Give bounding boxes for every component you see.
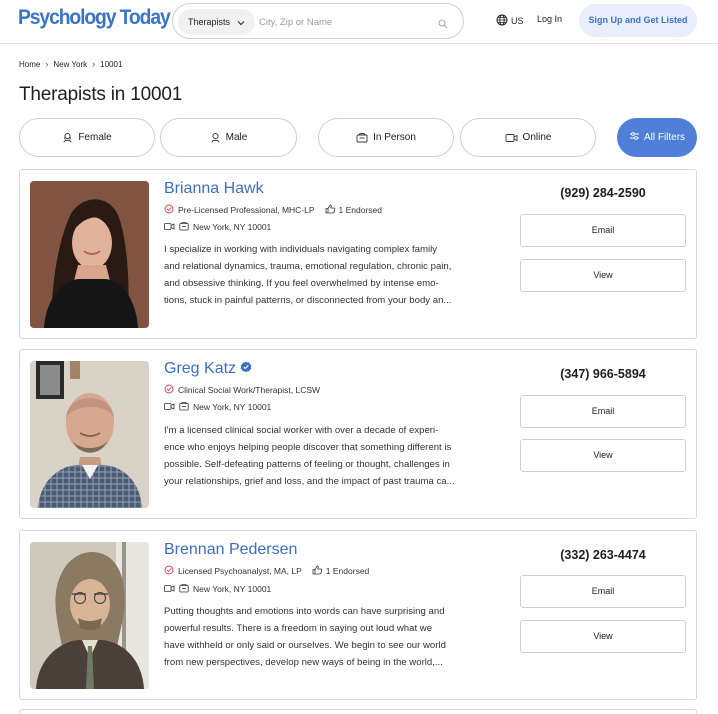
globe-icon (496, 14, 508, 28)
in-person-icon (356, 132, 368, 143)
signup-button[interactable]: Sign Up and Get Listed (579, 4, 697, 37)
therapist-bio: I'm a licensed clinical social worker wi… (164, 422, 504, 490)
email-button[interactable]: Email (520, 395, 686, 428)
video-icon (505, 133, 518, 143)
female-icon (62, 132, 73, 143)
filter-male[interactable]: Male (160, 118, 297, 157)
bio-line: ence who enjoys helping people discover … (164, 442, 452, 453)
phone-number[interactable]: (347) 966-5894 (520, 367, 686, 381)
endorsed-badge: 1 Endorsed (312, 565, 369, 577)
bio-line: I'm a licensed clinical social worker wi… (164, 425, 439, 436)
credential-check-icon (164, 204, 174, 216)
therapist-bio: Putting thoughts and emotions into words… (164, 603, 504, 671)
bio-line: and obsessive thinking. If you feel over… (164, 278, 439, 289)
therapist-card[interactable]: Brennan Pedersen Licensed Psychoanalyst,… (19, 530, 697, 700)
bio-line: Putting thoughts and emotions into words… (164, 606, 445, 617)
therapist-photo[interactable] (30, 361, 149, 508)
search-input[interactable] (259, 12, 429, 32)
bio-line: I specialize in working with individuals… (164, 244, 438, 255)
bio-line: powerful results. There is a freedom in … (164, 623, 433, 634)
breadcrumb-state[interactable]: New York (53, 60, 87, 69)
view-button[interactable]: View (520, 259, 686, 292)
view-button[interactable]: View (520, 439, 686, 472)
in-person-icon (179, 583, 189, 595)
phone-number[interactable]: (929) 284-2590 (520, 186, 686, 200)
search-type-dropdown[interactable]: Therapists (178, 9, 255, 35)
male-icon (210, 132, 221, 143)
location-text: New York, NY 10001 (193, 402, 272, 412)
location-row: New York, NY 10001 (164, 401, 271, 413)
location-row: New York, NY 10001 (164, 583, 271, 595)
login-link[interactable]: Log In (537, 14, 562, 24)
credentials-row: Pre-Licensed Professional, MHC-LP 1 Endo… (164, 204, 382, 216)
filter-label: All Filters (643, 132, 686, 143)
endorsed-count: 1 Endorsed (338, 205, 383, 215)
filter-label: Female (78, 132, 112, 143)
chevron-right-icon: › (92, 59, 96, 69)
email-button[interactable]: Email (520, 214, 686, 247)
credential-check-icon (164, 565, 174, 577)
therapist-card[interactable] (19, 709, 697, 714)
thumbs-up-icon (325, 204, 336, 216)
site-header: Psychology Today Therapists US Log In Si… (0, 0, 718, 44)
verified-badge-icon (240, 360, 252, 378)
endorsed-badge: 1 Endorsed (325, 204, 382, 216)
endorsed-count: 1 Endorsed (325, 566, 370, 576)
search-icon[interactable] (438, 16, 448, 34)
search-type-label: Therapists (188, 17, 231, 27)
all-filters-button[interactable]: All Filters (617, 118, 697, 157)
therapist-photo[interactable] (30, 181, 149, 328)
view-button[interactable]: View (520, 620, 686, 653)
bio-line: tions, stuck in painful patterns, or dis… (164, 295, 452, 306)
therapist-photo[interactable] (30, 542, 149, 689)
filter-online[interactable]: Online (460, 118, 596, 157)
bio-line: possible. Self-defeating patterns of fee… (164, 459, 450, 470)
phone-number[interactable]: (332) 263-4474 (520, 548, 686, 562)
locale-selector[interactable]: US (496, 14, 524, 28)
filter-female[interactable]: Female (19, 118, 155, 157)
credentials-text: Licensed Psychoanalyst, MA, LP (178, 566, 302, 576)
location-text: New York, NY 10001 (193, 222, 272, 232)
email-button[interactable]: Email (520, 575, 686, 608)
page-title: Therapists in 10001 (19, 84, 183, 105)
breadcrumb-home[interactable]: Home (19, 60, 40, 69)
credentials-row: Licensed Psychoanalyst, MA, LP 1 Endorse… (164, 565, 369, 577)
location-text: New York, NY 10001 (193, 584, 272, 594)
breadcrumb-zip: 10001 (100, 59, 123, 69)
breadcrumb: Home › New York › 10001 (19, 59, 122, 69)
therapist-card[interactable]: Greg Katz Clinical Social Work/Therapist… (19, 349, 697, 519)
locale-label: US (511, 16, 524, 26)
video-icon (164, 584, 175, 595)
bio-line: from new perspectives, develop new ways … (164, 657, 443, 668)
filter-in-person[interactable]: In Person (318, 118, 454, 157)
thumbs-up-icon (312, 565, 323, 577)
bio-line: your relationships, grief and loss, and … (164, 476, 455, 487)
therapist-name[interactable]: Brennan Pedersen (164, 541, 297, 559)
credential-check-icon (164, 384, 174, 396)
credentials-row: Clinical Social Work/Therapist, LCSW (164, 384, 320, 396)
credentials-text: Clinical Social Work/Therapist, LCSW (178, 385, 321, 395)
credentials-text: Pre-Licensed Professional, MHC-LP (178, 205, 315, 215)
therapist-name[interactable]: Brianna Hawk (164, 180, 264, 198)
search-bar: Therapists (172, 3, 464, 39)
chevron-down-icon (237, 10, 245, 36)
in-person-icon (179, 401, 189, 413)
chevron-right-icon: › (45, 59, 49, 69)
bio-line: and relational dynamics, trauma, emotion… (164, 261, 452, 272)
therapist-name[interactable]: Greg Katz (164, 360, 236, 378)
location-row: New York, NY 10001 (164, 221, 271, 233)
filter-label: In Person (373, 132, 416, 143)
filter-label: Online (522, 132, 552, 143)
video-icon (164, 402, 175, 413)
sliders-icon (629, 131, 640, 144)
site-logo[interactable]: Psychology Today (18, 6, 171, 30)
in-person-icon (179, 221, 189, 233)
therapist-card[interactable]: Brianna Hawk Pre-Licensed Professional, … (19, 169, 697, 339)
therapist-bio: I specialize in working with individuals… (164, 241, 504, 309)
therapist-name-row: Greg Katz (164, 360, 252, 378)
video-icon (164, 222, 175, 233)
bio-line: have withheld or only said or ourselves.… (164, 640, 446, 651)
filter-label: Male (225, 132, 248, 143)
